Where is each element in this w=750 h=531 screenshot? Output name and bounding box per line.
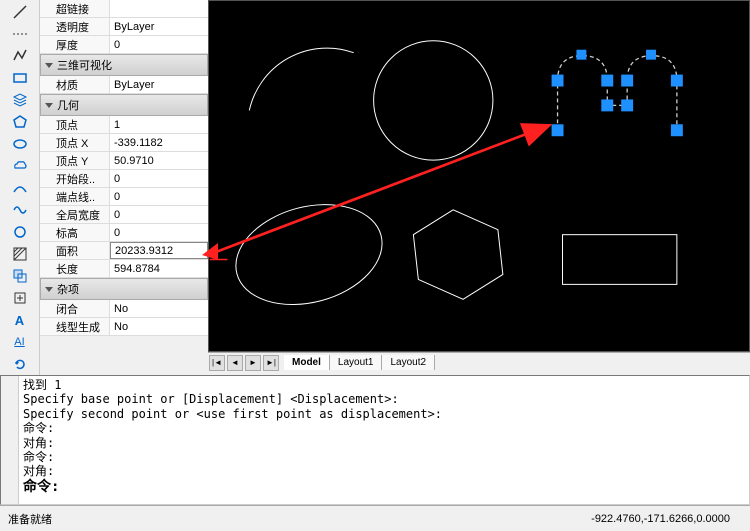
polygon-tool-icon[interactable] xyxy=(9,112,31,132)
line-tool-icon[interactable] xyxy=(9,2,31,22)
spline-tool-icon[interactable] xyxy=(9,200,31,220)
polyline-tool-icon[interactable] xyxy=(9,46,31,66)
cmd-prompt[interactable]: 命令: xyxy=(23,479,59,495)
hatch-tool-icon[interactable] xyxy=(9,244,31,264)
status-ready: 准备就绪 xyxy=(8,511,52,527)
tab-model[interactable]: Model xyxy=(284,355,330,370)
prop-label: 开始段.. xyxy=(40,170,110,187)
refresh-icon[interactable] xyxy=(9,354,31,374)
prop-value[interactable]: 0 xyxy=(110,36,208,53)
circle-tool-icon[interactable] xyxy=(9,222,31,242)
prop-label: 顶点 xyxy=(40,116,110,133)
circle-shape[interactable] xyxy=(374,41,493,160)
layout-tabs: |◄ ◄ ► ►| Model Layout1 Layout2 xyxy=(208,352,750,372)
prop-label: 端点线.. xyxy=(40,188,110,205)
prop-label: 材质 xyxy=(40,76,110,93)
prop-label: 线型生成 xyxy=(40,318,110,335)
prop-label: 全局宽度 xyxy=(40,206,110,223)
ellipse-tool-icon[interactable] xyxy=(9,134,31,154)
prop-label: 标高 xyxy=(40,224,110,241)
section-misc[interactable]: 杂项 xyxy=(40,278,208,300)
text-tool-icon[interactable]: AI xyxy=(9,332,31,352)
prop-value[interactable]: No xyxy=(110,300,208,317)
tab-layout2[interactable]: Layout2 xyxy=(382,355,435,370)
tab-next-icon[interactable]: ► xyxy=(245,355,261,371)
layers-icon[interactable] xyxy=(9,90,31,110)
insert-block-icon[interactable] xyxy=(9,288,31,308)
prop-value[interactable]: 1 xyxy=(110,116,208,133)
properties-panel: 超链接 透明度ByLayer 厚度0 三维可视化 材质ByLayer 几何 顶点… xyxy=(40,0,208,375)
section-geometry[interactable]: 几何 xyxy=(40,94,208,116)
prop-label: 顶点 X xyxy=(40,134,110,151)
prop-label: 透明度 xyxy=(40,18,110,35)
text-tool-a-icon[interactable]: A xyxy=(9,310,31,330)
prop-label: 超链接 xyxy=(40,0,110,17)
construction-line-icon[interactable] xyxy=(9,24,31,44)
prop-value[interactable]: 0 xyxy=(110,206,208,223)
arc-tool-icon[interactable] xyxy=(9,178,31,198)
section-3d-visual[interactable]: 三维可视化 xyxy=(40,54,208,76)
cloud-tool-icon[interactable] xyxy=(9,156,31,176)
cmd-history: 找到 1 Specify base point or [Displacement… xyxy=(19,376,749,504)
region-tool-icon[interactable] xyxy=(9,266,31,286)
prop-label: 闭合 xyxy=(40,300,110,317)
prop-value[interactable]: 594.8784 xyxy=(110,260,208,277)
prop-value[interactable]: ByLayer xyxy=(110,76,208,93)
prop-value[interactable]: 0 xyxy=(110,224,208,241)
prop-label: 长度 xyxy=(40,260,110,277)
prop-value[interactable]: 0 xyxy=(110,170,208,187)
prop-label: 顶点 Y xyxy=(40,152,110,169)
tab-layout1[interactable]: Layout1 xyxy=(330,355,383,370)
tool-palette: A AI xyxy=(0,0,40,375)
command-window[interactable]: 找到 1 Specify base point or [Displacement… xyxy=(0,375,750,505)
prop-value[interactable]: No xyxy=(110,318,208,335)
rectangle-tool-icon[interactable] xyxy=(9,68,31,88)
prop-value[interactable]: ByLayer xyxy=(110,18,208,35)
ellipse-shape[interactable] xyxy=(225,189,394,320)
tab-first-icon[interactable]: |◄ xyxy=(209,355,225,371)
arc-shape[interactable] xyxy=(249,48,353,110)
cmd-scrollbar[interactable] xyxy=(1,376,19,504)
rectangle-shape[interactable] xyxy=(563,235,677,285)
tab-prev-icon[interactable]: ◄ xyxy=(227,355,243,371)
hexagon-shape[interactable] xyxy=(413,210,502,299)
status-coords: -922.4760,-171.6266,0.0000 xyxy=(591,513,730,525)
prop-value[interactable]: 0 xyxy=(110,188,208,205)
prop-value[interactable]: -339.1182 xyxy=(110,134,208,151)
status-bar: 准备就绪 -922.4760,-171.6266,0.0000 xyxy=(0,505,750,531)
prop-value[interactable]: 50.9710 xyxy=(110,152,208,169)
prop-value[interactable] xyxy=(110,0,208,17)
prop-label: 面积 xyxy=(40,242,110,259)
drawing-canvas[interactable] xyxy=(208,0,750,352)
selected-polyline[interactable] xyxy=(552,50,683,137)
area-value[interactable]: 20233.9312 xyxy=(110,242,208,259)
tab-last-icon[interactable]: ►| xyxy=(263,355,279,371)
prop-label: 厚度 xyxy=(40,36,110,53)
